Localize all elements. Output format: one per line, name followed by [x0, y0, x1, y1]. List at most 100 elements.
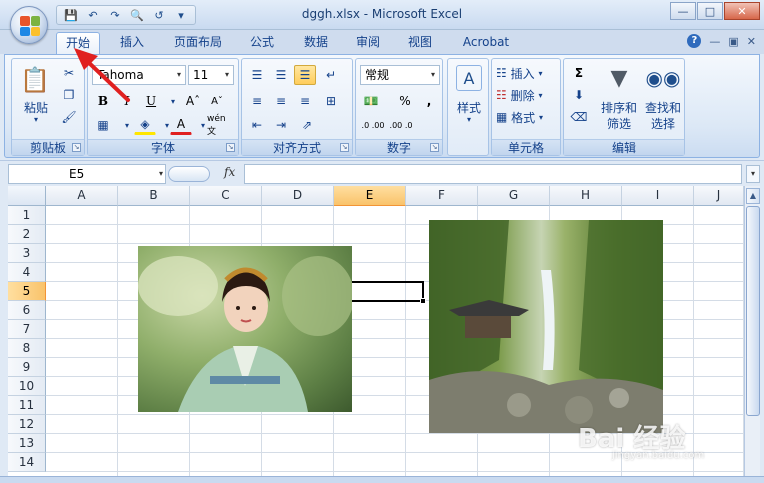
bold-button[interactable]: B: [92, 91, 114, 111]
shrink-font-icon[interactable]: Aˇ: [206, 91, 228, 111]
align-left-icon[interactable]: ≡: [246, 91, 268, 111]
column-header-g[interactable]: G: [478, 186, 550, 206]
align-center-icon[interactable]: ≡: [270, 91, 292, 111]
styles-button-label[interactable]: 样式: [448, 99, 490, 116]
row-header-4[interactable]: 4: [8, 263, 46, 282]
column-header-a[interactable]: A: [46, 186, 118, 206]
row-header-8[interactable]: 8: [8, 339, 46, 358]
vertical-scrollbar[interactable]: ▲: [744, 186, 760, 483]
column-header-c[interactable]: C: [190, 186, 262, 206]
sort-filter-label-line2[interactable]: 筛选: [596, 115, 642, 132]
tab-formulas[interactable]: 公式: [240, 32, 284, 54]
clipboard-launcher-icon[interactable]: ↘: [72, 143, 81, 152]
format-cells-button[interactable]: ▦ 格式 ▾: [496, 107, 556, 127]
increase-decimal-button[interactable]: .0 .00: [360, 115, 386, 135]
insert-function-button[interactable]: fx: [224, 165, 235, 179]
increase-indent-icon[interactable]: ⇥: [270, 115, 292, 135]
grow-font-icon[interactable]: Aˆ: [182, 91, 204, 111]
decrease-decimal-button[interactable]: .00 .0: [388, 115, 414, 135]
align-middle-icon[interactable]: ☰: [270, 65, 292, 85]
scroll-thumb[interactable]: [746, 206, 760, 416]
office-button[interactable]: [10, 6, 48, 44]
column-header-j[interactable]: J: [694, 186, 744, 206]
align-top-icon[interactable]: ☰: [246, 65, 268, 85]
picture-waterfall[interactable]: [429, 220, 663, 433]
align-bottom-icon[interactable]: ☰: [294, 65, 316, 85]
underline-button[interactable]: U: [140, 91, 162, 111]
expand-formula-bar-icon[interactable]: ▾: [746, 165, 760, 183]
number-format-select[interactable]: 常规 ▾: [360, 65, 440, 85]
borders-icon[interactable]: ▦: [92, 115, 114, 135]
column-header-f[interactable]: F: [406, 186, 478, 206]
underline-dropdown-icon[interactable]: ▾: [162, 91, 184, 111]
row-header-9[interactable]: 9: [8, 358, 46, 377]
styles-icon[interactable]: A: [456, 65, 482, 91]
row-header-3[interactable]: 3: [8, 244, 46, 263]
cut-icon[interactable]: ✂: [58, 63, 80, 83]
merge-center-icon[interactable]: ⊞: [320, 91, 342, 111]
paste-icon[interactable]: 📋: [20, 63, 50, 97]
currency-icon[interactable]: 💵: [360, 91, 382, 111]
column-header-h[interactable]: H: [550, 186, 622, 206]
row-header-12[interactable]: 12: [8, 415, 46, 434]
alignment-launcher-icon[interactable]: ↘: [340, 143, 349, 152]
font-color-icon[interactable]: A: [170, 115, 192, 135]
fill-handle[interactable]: [420, 298, 426, 304]
styles-dropdown-icon[interactable]: ▾: [448, 115, 490, 124]
paste-button-label[interactable]: 粘贴: [16, 99, 56, 116]
row-header-2[interactable]: 2: [8, 225, 46, 244]
tab-home[interactable]: 开始: [56, 32, 100, 54]
sort-filter-icon[interactable]: ▼: [602, 63, 636, 93]
find-select-label-line1[interactable]: 查找和: [640, 99, 686, 116]
row-header-7[interactable]: 7: [8, 320, 46, 339]
find-select-label-line2[interactable]: 选择: [640, 115, 686, 132]
doc-minimize-icon[interactable]: —: [709, 35, 720, 48]
column-header-i[interactable]: I: [622, 186, 694, 206]
doc-restore-icon[interactable]: ▣: [728, 35, 738, 48]
tab-data[interactable]: 数据: [294, 32, 338, 54]
tab-page-layout[interactable]: 页面布局: [166, 32, 230, 54]
paste-dropdown-icon[interactable]: ▾: [16, 115, 56, 124]
percent-style-button[interactable]: %: [394, 91, 416, 111]
close-button[interactable]: ✕: [724, 2, 760, 20]
italic-button[interactable]: I: [116, 91, 138, 111]
row-header-5[interactable]: 5: [8, 282, 46, 301]
picture-girl-portrait[interactable]: [138, 246, 352, 412]
align-right-icon[interactable]: ≡: [294, 91, 316, 111]
tab-view[interactable]: 视图: [398, 32, 442, 54]
formula-input[interactable]: [244, 164, 742, 184]
font-launcher-icon[interactable]: ↘: [226, 143, 235, 152]
help-icon[interactable]: ?: [687, 34, 702, 48]
row-header-14[interactable]: 14: [8, 453, 46, 472]
fill-color-icon[interactable]: ◈: [134, 115, 156, 135]
clear-icon[interactable]: ⌫: [568, 107, 590, 127]
copy-icon[interactable]: ❐: [58, 85, 80, 105]
decrease-indent-icon[interactable]: ⇤: [246, 115, 268, 135]
format-painter-icon[interactable]: 🖌: [58, 107, 80, 127]
scroll-up-icon[interactable]: ▲: [746, 188, 760, 204]
row-header-13[interactable]: 13: [8, 434, 46, 453]
name-box[interactable]: E5 ▾: [8, 164, 166, 184]
number-launcher-icon[interactable]: ↘: [430, 143, 439, 152]
sort-filter-label-line1[interactable]: 排序和: [596, 99, 642, 116]
tab-acrobat[interactable]: Acrobat: [454, 32, 518, 54]
column-header-e[interactable]: E: [334, 186, 406, 206]
tab-review[interactable]: 审阅: [346, 32, 390, 54]
row-header-1[interactable]: 1: [8, 206, 46, 225]
autosum-icon[interactable]: Σ: [568, 63, 590, 83]
row-header-10[interactable]: 10: [8, 377, 46, 396]
minimize-button[interactable]: —: [670, 2, 696, 20]
fill-icon[interactable]: ⬇: [568, 85, 590, 105]
orientation-icon[interactable]: ⇗: [296, 115, 318, 135]
tab-insert[interactable]: 插入: [110, 32, 154, 54]
insert-cells-button[interactable]: ☷ 插入 ▾: [496, 63, 556, 83]
delete-cells-button[interactable]: ☷ 删除 ▾: [496, 85, 556, 105]
wrap-text-icon[interactable]: ↵: [320, 65, 342, 85]
row-header-6[interactable]: 6: [8, 301, 46, 320]
column-header-d[interactable]: D: [262, 186, 334, 206]
active-cell[interactable]: [350, 281, 424, 302]
row-header-11[interactable]: 11: [8, 396, 46, 415]
comma-style-button[interactable]: ,: [418, 91, 440, 111]
select-all-corner[interactable]: [8, 186, 46, 206]
doc-close-icon[interactable]: ✕: [747, 35, 756, 48]
